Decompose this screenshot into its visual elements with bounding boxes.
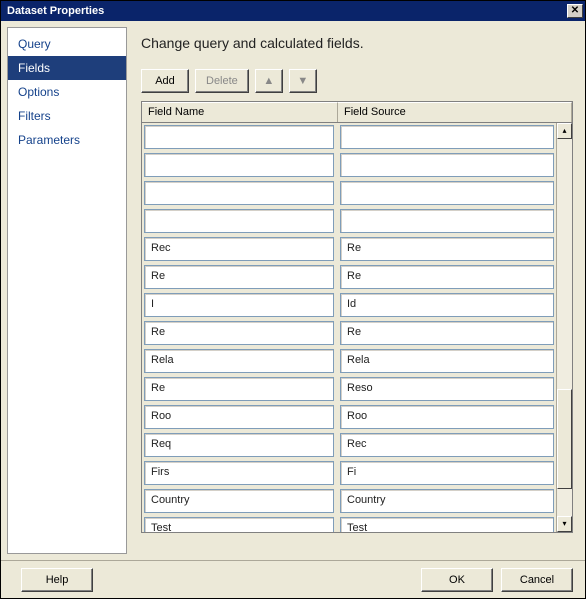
add-button[interactable]: Add (141, 69, 189, 93)
sidebar-item-filters[interactable]: Filters (8, 104, 126, 128)
field-source-cell[interactable] (340, 209, 554, 233)
move-up-icon[interactable]: ▲ (255, 69, 283, 93)
window-title: Dataset Properties (7, 5, 104, 17)
field-name-cell[interactable]: Test (144, 517, 334, 532)
field-source-cell[interactable]: Roo (340, 405, 554, 429)
field-source-cell[interactable] (340, 153, 554, 177)
column-header-field-source[interactable]: Field Source (338, 102, 572, 122)
table-row[interactable] (144, 153, 554, 177)
table-row[interactable]: RooRoo (144, 405, 554, 429)
field-source-cell[interactable]: Test (340, 517, 554, 532)
field-source-cell[interactable] (340, 125, 554, 149)
field-source-cell[interactable]: Country (340, 489, 554, 513)
scroll-track[interactable] (557, 139, 572, 516)
field-source-cell[interactable]: Re (340, 321, 554, 345)
cancel-button[interactable]: Cancel (501, 568, 573, 592)
field-name-cell[interactable]: I (144, 293, 334, 317)
table-row[interactable]: Test Test (144, 517, 554, 532)
help-button[interactable]: Help (21, 568, 93, 592)
field-source-cell[interactable]: Re (340, 265, 554, 289)
sidebar: Query Fields Options Filters Parameters (7, 27, 127, 554)
table-row[interactable]: IId (144, 293, 554, 317)
move-down-icon[interactable]: ▼ (289, 69, 317, 93)
field-name-cell[interactable]: Re (144, 321, 334, 345)
field-source-cell[interactable] (340, 181, 554, 205)
field-name-cell[interactable]: Firs (144, 461, 334, 485)
field-source-cell[interactable]: Rec (340, 433, 554, 457)
table-row[interactable] (144, 181, 554, 205)
field-source-cell[interactable]: Re (340, 237, 554, 261)
table-row[interactable] (144, 209, 554, 233)
ok-button[interactable]: OK (421, 568, 493, 592)
field-source-cell[interactable]: Rela (340, 349, 554, 373)
sidebar-item-parameters[interactable]: Parameters (8, 128, 126, 152)
dialog-footer: Help OK Cancel (1, 560, 585, 598)
table-row[interactable]: RelaRela (144, 349, 554, 373)
scroll-thumb[interactable] (557, 389, 572, 489)
delete-button[interactable]: Delete (195, 69, 249, 93)
field-name-cell[interactable]: Country (144, 489, 334, 513)
close-icon[interactable]: ✕ (567, 4, 583, 18)
sidebar-item-query[interactable]: Query (8, 32, 126, 56)
field-name-cell[interactable]: Rec (144, 237, 334, 261)
title-bar: Dataset Properties ✕ (1, 1, 585, 21)
table-row[interactable]: ReRe (144, 321, 554, 345)
field-name-cell[interactable] (144, 125, 334, 149)
table-row[interactable] (144, 125, 554, 149)
field-name-cell[interactable]: Re (144, 377, 334, 401)
field-source-cell[interactable]: Id (340, 293, 554, 317)
field-source-cell[interactable]: Reso (340, 377, 554, 401)
grid-rows: RecReReReIIdReReRelaRelaReResoRooRooReqR… (142, 123, 556, 532)
dialog-body: Query Fields Options Filters Parameters … (1, 21, 585, 560)
table-row[interactable]: CountryCountry (144, 489, 554, 513)
column-header-field-name[interactable]: Field Name (142, 102, 338, 122)
field-name-cell[interactable]: Rela (144, 349, 334, 373)
page-heading: Change query and calculated fields. (141, 35, 573, 51)
field-name-cell[interactable]: Roo (144, 405, 334, 429)
table-row[interactable]: RecRe (144, 237, 554, 261)
field-source-cell[interactable]: Fi (340, 461, 554, 485)
table-row[interactable]: ReRe (144, 265, 554, 289)
field-name-cell[interactable] (144, 181, 334, 205)
field-name-cell[interactable] (144, 209, 334, 233)
toolbar: Add Delete ▲ ▼ (141, 69, 573, 93)
field-name-cell[interactable]: Re (144, 265, 334, 289)
field-name-cell[interactable]: Req (144, 433, 334, 457)
table-row[interactable]: FirsFi (144, 461, 554, 485)
sidebar-item-fields[interactable]: Fields (8, 56, 126, 80)
grid-header: Field Name Field Source (142, 102, 572, 123)
vertical-scrollbar[interactable]: ▴ ▾ (556, 123, 572, 532)
field-name-cell[interactable] (144, 153, 334, 177)
fields-grid: Field Name Field Source RecReReReIIdReRe… (141, 101, 573, 533)
table-row[interactable]: ReqRec (144, 433, 554, 457)
main-panel: Change query and calculated fields. Add … (127, 21, 585, 560)
table-row[interactable]: ReReso (144, 377, 554, 401)
sidebar-item-options[interactable]: Options (8, 80, 126, 104)
scroll-down-icon[interactable]: ▾ (557, 516, 572, 532)
scroll-up-icon[interactable]: ▴ (557, 123, 572, 139)
